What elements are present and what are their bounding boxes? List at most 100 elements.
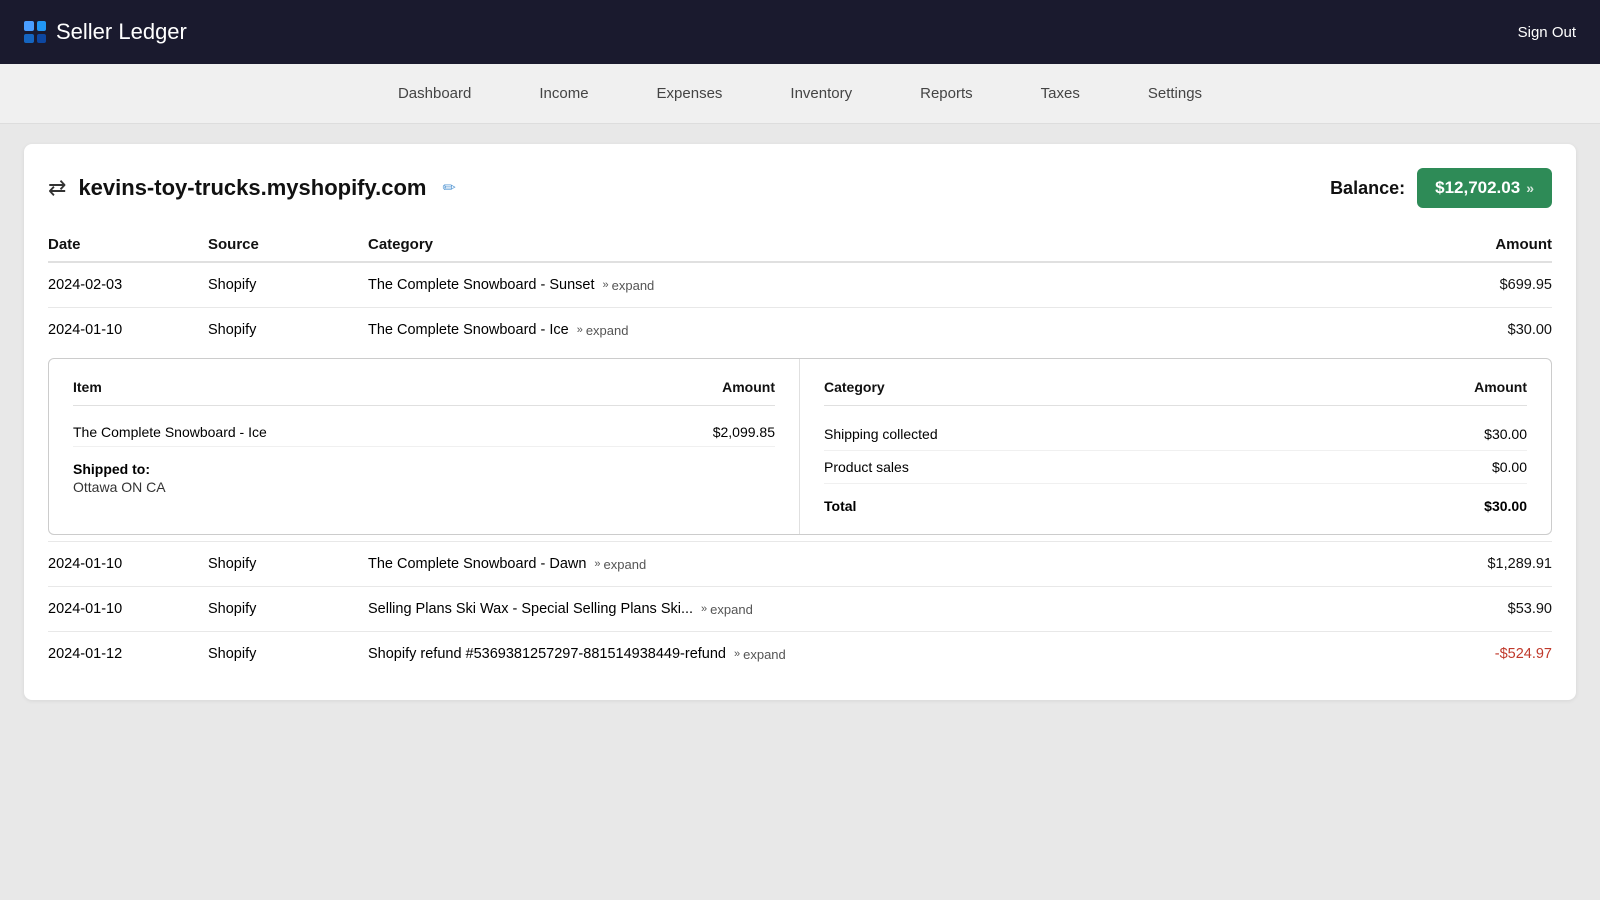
row-source: Shopify — [208, 646, 368, 662]
row-date: 2024-02-03 — [48, 277, 208, 293]
row-category-text: The Complete Snowboard - Ice — [368, 322, 569, 338]
shipped-section: Shipped to: Ottawa ON CA — [73, 461, 775, 495]
col-source: Source — [208, 236, 368, 253]
row-category-text: Shopify refund #5369381257297-8815149384… — [368, 646, 726, 662]
app-name: Seller Ledger — [56, 19, 187, 45]
row-date: 2024-01-10 — [48, 556, 208, 572]
expand-label: expand — [612, 278, 655, 293]
detail-total-amount: $30.00 — [1484, 498, 1527, 514]
row-source: Shopify — [208, 277, 368, 293]
detail-cat-amount: $0.00 — [1492, 459, 1527, 475]
row-amount: $30.00 — [1412, 322, 1552, 338]
row-category-cell: Selling Plans Ski Wax - Special Selling … — [368, 601, 1412, 617]
expanded-row-group: 2024-01-10 Shopify The Complete Snowboar… — [48, 308, 1552, 542]
detail-total-label: Total — [824, 498, 856, 514]
row-source: Shopify — [208, 322, 368, 338]
balance-value: $12,702.03 — [1435, 178, 1520, 198]
detail-category-row: Shipping collected $30.00 — [824, 418, 1527, 451]
table-row: 2024-01-12 Shopify Shopify refund #53693… — [48, 632, 1552, 676]
table-header: Date Source Category Amount — [48, 228, 1552, 263]
row-source: Shopify — [208, 601, 368, 617]
detail-right-panel: Category Amount Shipping collected $30.0… — [800, 359, 1551, 534]
row-category-cell: The Complete Snowboard - Sunset » expand — [368, 277, 1412, 293]
detail-cat-name: Product sales — [824, 459, 909, 475]
col-category: Category — [368, 236, 1412, 253]
shipped-label: Shipped to: — [73, 461, 775, 477]
detail-total-row: Total $30.00 — [824, 488, 1527, 514]
detail-category-row: Product sales $0.00 — [824, 451, 1527, 484]
detail-cat-amount: $30.00 — [1484, 426, 1527, 442]
store-title: ⇄ kevins-toy-trucks.myshopify.com ✏ — [48, 175, 456, 201]
row-category-text: The Complete Snowboard - Sunset — [368, 277, 595, 293]
main-content: ⇄ kevins-toy-trucks.myshopify.com ✏ Bala… — [0, 124, 1600, 720]
table-row: 2024-01-10 Shopify The Complete Snowboar… — [48, 542, 1552, 587]
row-amount: $53.90 — [1412, 601, 1552, 617]
expand-label: expand — [604, 557, 647, 572]
nav-item-inventory[interactable]: Inventory — [786, 77, 856, 110]
table-row: 2024-01-10 Shopify Selling Plans Ski Wax… — [48, 587, 1552, 632]
row-category-text: Selling Plans Ski Wax - Special Selling … — [368, 601, 693, 617]
table-row: 2024-01-10 Shopify The Complete Snowboar… — [48, 308, 1552, 352]
dbl-chevron-icon: » — [603, 279, 609, 291]
col-date: Date — [48, 236, 208, 253]
expand-label: expand — [586, 323, 629, 338]
detail-cat-name: Shipping collected — [824, 426, 938, 442]
nav-item-taxes[interactable]: Taxes — [1037, 77, 1084, 110]
expand-label: expand — [710, 602, 753, 617]
content-card: ⇄ kevins-toy-trucks.myshopify.com ✏ Bala… — [24, 144, 1576, 700]
detail-category-col: Category — [824, 379, 885, 395]
row-source: Shopify — [208, 556, 368, 572]
table-row: 2024-02-03 Shopify The Complete Snowboar… — [48, 263, 1552, 308]
detail-left-panel: Item Amount The Complete Snowboard - Ice… — [49, 359, 800, 534]
nav-bar: Dashboard Income Expenses Inventory Repo… — [0, 64, 1600, 124]
sign-out-button[interactable]: Sign Out — [1518, 24, 1576, 41]
detail-amount-col: Amount — [722, 379, 775, 395]
balance-badge: $12,702.03 » — [1417, 168, 1552, 208]
row-category-cell: Shopify refund #5369381257297-8815149384… — [368, 646, 1412, 662]
detail-item-amount: $2,099.85 — [713, 424, 775, 440]
shipped-address: Ottawa ON CA — [73, 479, 775, 495]
nav-item-reports[interactable]: Reports — [916, 77, 977, 110]
row-date: 2024-01-12 — [48, 646, 208, 662]
col-amount: Amount — [1412, 236, 1552, 253]
expand-button[interactable]: » expand — [734, 647, 786, 662]
detail-table-header: Item Amount — [73, 379, 775, 406]
nav-item-dashboard[interactable]: Dashboard — [394, 77, 475, 110]
balance-area: Balance: $12,702.03 » — [1330, 168, 1552, 208]
row-date: 2024-01-10 — [48, 601, 208, 617]
dbl-chevron-icon: » — [577, 324, 583, 336]
nav-item-expenses[interactable]: Expenses — [653, 77, 727, 110]
store-name: kevins-toy-trucks.myshopify.com — [78, 175, 426, 201]
row-amount: $699.95 — [1412, 277, 1552, 293]
row-amount: $1,289.91 — [1412, 556, 1552, 572]
logo-area: Seller Ledger — [24, 19, 187, 45]
row-date: 2024-01-10 — [48, 322, 208, 338]
row-category-text: The Complete Snowboard - Dawn — [368, 556, 586, 572]
transfer-icon: ⇄ — [48, 175, 66, 201]
detail-item-col: Item — [73, 379, 102, 395]
dbl-chevron-icon: » — [594, 558, 600, 570]
balance-label: Balance: — [1330, 178, 1405, 199]
top-bar: Seller Ledger Sign Out — [0, 0, 1600, 64]
detail-card: Item Amount The Complete Snowboard - Ice… — [48, 358, 1552, 535]
detail-right-amount-col: Amount — [1474, 379, 1527, 395]
detail-item-row: The Complete Snowboard - Ice $2,099.85 — [73, 418, 775, 447]
edit-icon[interactable]: ✏ — [442, 178, 455, 198]
dbl-chevron-icon: » — [701, 603, 707, 615]
card-header: ⇄ kevins-toy-trucks.myshopify.com ✏ Bala… — [48, 168, 1552, 208]
balance-chevrons: » — [1526, 180, 1534, 196]
logo-icon — [24, 21, 46, 43]
detail-inner: Item Amount The Complete Snowboard - Ice… — [49, 359, 1551, 534]
nav-item-income[interactable]: Income — [535, 77, 592, 110]
row-amount: -$524.97 — [1412, 646, 1552, 662]
detail-item-name: The Complete Snowboard - Ice — [73, 424, 267, 440]
expand-button[interactable]: » expand — [701, 602, 753, 617]
expand-button[interactable]: » expand — [594, 557, 646, 572]
row-category-cell: The Complete Snowboard - Dawn » expand — [368, 556, 1412, 572]
expand-button[interactable]: » expand — [577, 323, 629, 338]
row-category-cell: The Complete Snowboard - Ice » expand — [368, 322, 1412, 338]
expand-label: expand — [743, 647, 786, 662]
nav-item-settings[interactable]: Settings — [1144, 77, 1206, 110]
expand-button[interactable]: » expand — [603, 278, 655, 293]
detail-right-header: Category Amount — [824, 379, 1527, 406]
